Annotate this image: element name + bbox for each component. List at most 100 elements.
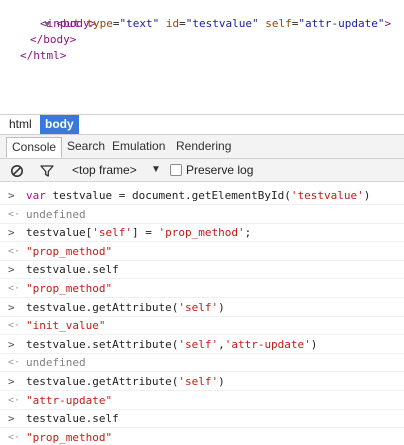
console-token: 'attr-update' (224, 337, 311, 351)
chevron-right-icon: > (8, 189, 15, 202)
console-command-text: testvalue.getAttribute('self') (26, 373, 225, 391)
console-command-text: testvalue.getAttribute('self') (26, 299, 225, 317)
console-result-text: "prop_method" (26, 243, 112, 261)
breadcrumb-html[interactable]: html (4, 115, 37, 134)
console-result-text: undefined (26, 206, 86, 224)
console-token: undefined (26, 356, 86, 370)
console-input-row: > var testvalue = document.getElementById… (0, 187, 404, 205)
left-arrow-icon: <· (8, 320, 21, 332)
tab-search[interactable]: Search (62, 137, 110, 157)
tab-console[interactable]: Console (6, 137, 63, 158)
console-command-text: var testvalue = document.getElementById(… (26, 187, 370, 205)
console-token: 'prop_method' (158, 226, 245, 240)
attr-type-name: type (86, 17, 113, 30)
console-token: "prop_method" (26, 244, 113, 258)
console-command-text: testvalue['self'] = 'prop_method'; (26, 224, 251, 242)
console-token: var (26, 189, 46, 202)
console-token: ) (218, 300, 225, 314)
console-token: testvalue.self (26, 263, 119, 277)
dom-line-html-close[interactable]: </html> (20, 48, 66, 64)
breadcrumb: html body (0, 114, 404, 135)
chevron-right-icon: > (8, 375, 15, 388)
console-token: testvalue[ (26, 226, 93, 240)
dom-line-input[interactable]: <input type="text" id="testvalue" self="… (40, 16, 391, 32)
chevron-right-icon: > (8, 337, 15, 351)
console-token: ) (218, 375, 225, 388)
console-input-row: > testvalue.self (0, 410, 404, 429)
frame-selector[interactable]: <top frame> (72, 159, 137, 181)
preserve-log-label[interactable]: Preserve log (186, 159, 253, 181)
clear-console-icon[interactable] (10, 163, 24, 177)
console-command-text: testvalue.self (26, 261, 119, 279)
html-close-tag: </html> (20, 49, 67, 62)
console-command-text: testvalue.self (26, 410, 119, 428)
console-result-text: "prop_method" (26, 429, 112, 445)
left-arrow-icon: <· (8, 357, 21, 369)
chevron-right-icon: > (8, 226, 15, 240)
console-output-row: <· undefined (0, 206, 404, 224)
console-output-row: <· "prop_method" (0, 429, 404, 445)
chevron-right-icon: > (8, 412, 15, 426)
console-token: ) (310, 337, 318, 351)
chevron-down-icon[interactable]: ▼ (151, 159, 161, 181)
attr-type-value: "text" (119, 17, 160, 30)
chevron-right-icon: > (8, 263, 15, 277)
console-token: "attr-update" (26, 393, 113, 407)
console-output-row: <· undefined (0, 354, 404, 373)
input-tag-close: > (384, 17, 392, 30)
console-messages[interactable]: > var testvalue = document.getElementById… (0, 182, 404, 445)
frame-selector-label: <top frame> (72, 163, 137, 177)
attr-self-value: "attr-update" (298, 17, 385, 30)
body-close-tag: </body> (30, 33, 77, 46)
console-output-row: <· "prop_method" (0, 280, 404, 298)
console-result-text: "attr-update" (26, 392, 112, 410)
console-token: 'testvalue' (290, 189, 364, 202)
attr-id-value: "testvalue" (185, 17, 259, 30)
console-token: 'self' (178, 300, 219, 314)
console-token: ] = (131, 226, 159, 240)
console-result-text: "init_value" (26, 317, 105, 335)
console-output-row: <· "prop_method" (0, 243, 404, 261)
input-tag-name: <input (40, 17, 80, 30)
left-arrow-icon: <· (8, 245, 21, 257)
tab-rendering[interactable]: Rendering (171, 137, 236, 157)
filter-icon[interactable] (40, 163, 54, 177)
console-input-row: > testvalue.getAttribute('self') (0, 299, 404, 317)
console-output-row: <· "attr-update" (0, 392, 404, 410)
left-arrow-icon: <· (8, 283, 21, 294)
console-token: "init_value" (26, 319, 106, 333)
console-output-row: <· "init_value" (0, 317, 404, 336)
elements-panel: ▼ <body> <input type="text" id="testvalu… (0, 0, 404, 114)
console-token: "prop_method" (26, 282, 113, 295)
tab-emulation[interactable]: Emulation (107, 137, 170, 157)
console-token: 'self' (92, 226, 132, 240)
drawer-tab-bar: Console Search Emulation Rendering (0, 135, 404, 159)
console-token: 'self' (178, 375, 219, 388)
dom-line-body-close[interactable]: </body> (30, 32, 76, 48)
console-input-row: > testvalue['self'] = 'prop_method'; (0, 224, 404, 243)
console-token: testvalue.self (26, 412, 119, 426)
console-token: "prop_method" (26, 430, 113, 444)
console-token: testvalue = document.getElementById( (45, 189, 291, 202)
console-toolbar: <top frame> ▼ Preserve log (0, 159, 404, 182)
attr-self-name: self (265, 17, 292, 30)
left-arrow-icon: <· (8, 431, 21, 443)
left-arrow-icon: <· (8, 208, 21, 220)
console-token: testvalue.setAttribute( (26, 337, 179, 351)
console-result-text: undefined (26, 354, 86, 372)
console-command-text: testvalue.setAttribute('self','attr-upda… (26, 336, 317, 354)
console-token: testvalue.getAttribute( (26, 300, 179, 314)
console-token: ; (244, 226, 252, 240)
preserve-log-checkbox[interactable] (170, 164, 182, 176)
console-token: 'self' (178, 337, 219, 351)
console-input-row: > testvalue.setAttribute('self','attr-upd… (0, 336, 404, 354)
dom-line-body-open[interactable]: ▼ <body> (18, 0, 97, 30)
console-token: , (218, 337, 225, 351)
breadcrumb-body[interactable]: body (40, 115, 79, 134)
console-result-text: "prop_method" (26, 280, 112, 298)
console-token: ) (363, 189, 371, 202)
attr-id-name: id (165, 17, 180, 30)
chevron-right-icon: > (8, 300, 15, 314)
left-arrow-icon: <· (8, 394, 21, 406)
console-input-row: > testvalue.getAttribute('self') (0, 373, 404, 391)
